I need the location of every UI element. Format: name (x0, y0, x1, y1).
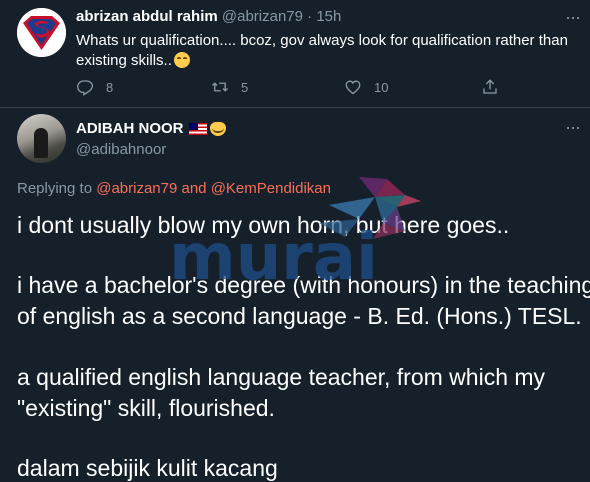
tweet-text-content: Whats ur qualification.... bcoz, gov alw… (76, 32, 568, 69)
retweet-count: 5 (241, 79, 249, 95)
tweet-line: i have a bachelor's degree (with honours… (17, 272, 590, 298)
replying-label: Replying to (17, 180, 93, 197)
tweet-line: a qualified english language teacher, fr… (17, 364, 546, 390)
tweet-actions: 8 5 10 (76, 77, 572, 97)
reply-tweet: ADIBAH NOOR @adibahnoor ··· Replying to … (0, 108, 590, 481)
tweet-header: abrizan abdul rahim @abrizan79 · 15h (76, 8, 341, 25)
superman-logo-icon (17, 8, 66, 57)
mention-link[interactable]: @abrizan79 (96, 180, 177, 197)
timestamp[interactable]: 15h (316, 8, 341, 25)
share-icon (483, 79, 497, 94)
relieved-face-emoji-icon (173, 52, 190, 68)
reply-button[interactable]: 8 (76, 77, 113, 97)
replying-to: Replying to @abrizan79 and @KemPendidika… (17, 180, 331, 197)
parent-tweet: abrizan abdul rahim @abrizan79 · 15h ···… (0, 0, 590, 107)
tweet-line: of english as a second language - B. Ed.… (17, 303, 582, 329)
more-options-icon[interactable]: ··· (565, 118, 585, 136)
heart-icon (345, 80, 361, 95)
replying-and: and (181, 180, 207, 197)
user-handle[interactable]: @adibahnoor (76, 141, 166, 158)
separator: · (307, 8, 313, 25)
person-silhouette-icon (34, 128, 48, 158)
mention-link[interactable]: @KemPendidikan (211, 180, 331, 197)
display-name[interactable]: ADIBAH NOOR (76, 120, 184, 137)
user-handle[interactable]: @abrizan79 (222, 8, 303, 25)
malaysia-flag-icon (188, 122, 207, 135)
avatar[interactable] (17, 8, 66, 57)
reply-icon (77, 80, 94, 96)
like-count: 10 (374, 79, 389, 95)
display-name-row: ADIBAH NOOR (76, 120, 226, 137)
display-name[interactable]: abrizan abdul rahim (76, 8, 218, 25)
retweet-icon (212, 82, 228, 92)
reply-count: 8 (106, 79, 114, 95)
avatar[interactable] (17, 114, 66, 163)
more-options-icon[interactable]: ··· (565, 8, 585, 26)
share-button[interactable] (481, 77, 499, 97)
retweet-button[interactable]: 5 (211, 77, 248, 97)
tweet-text: Whats ur qualification.... bcoz, gov alw… (76, 31, 572, 71)
tweet-line: dalam sebijik kulit kacang (17, 455, 278, 481)
smirking-cat-icon (209, 121, 226, 136)
tweet-line: "existing" skill, flourished. (17, 395, 275, 421)
tweet-line: i dont usually blow my own horn, but her… (17, 212, 510, 238)
like-button[interactable]: 10 (344, 77, 388, 97)
